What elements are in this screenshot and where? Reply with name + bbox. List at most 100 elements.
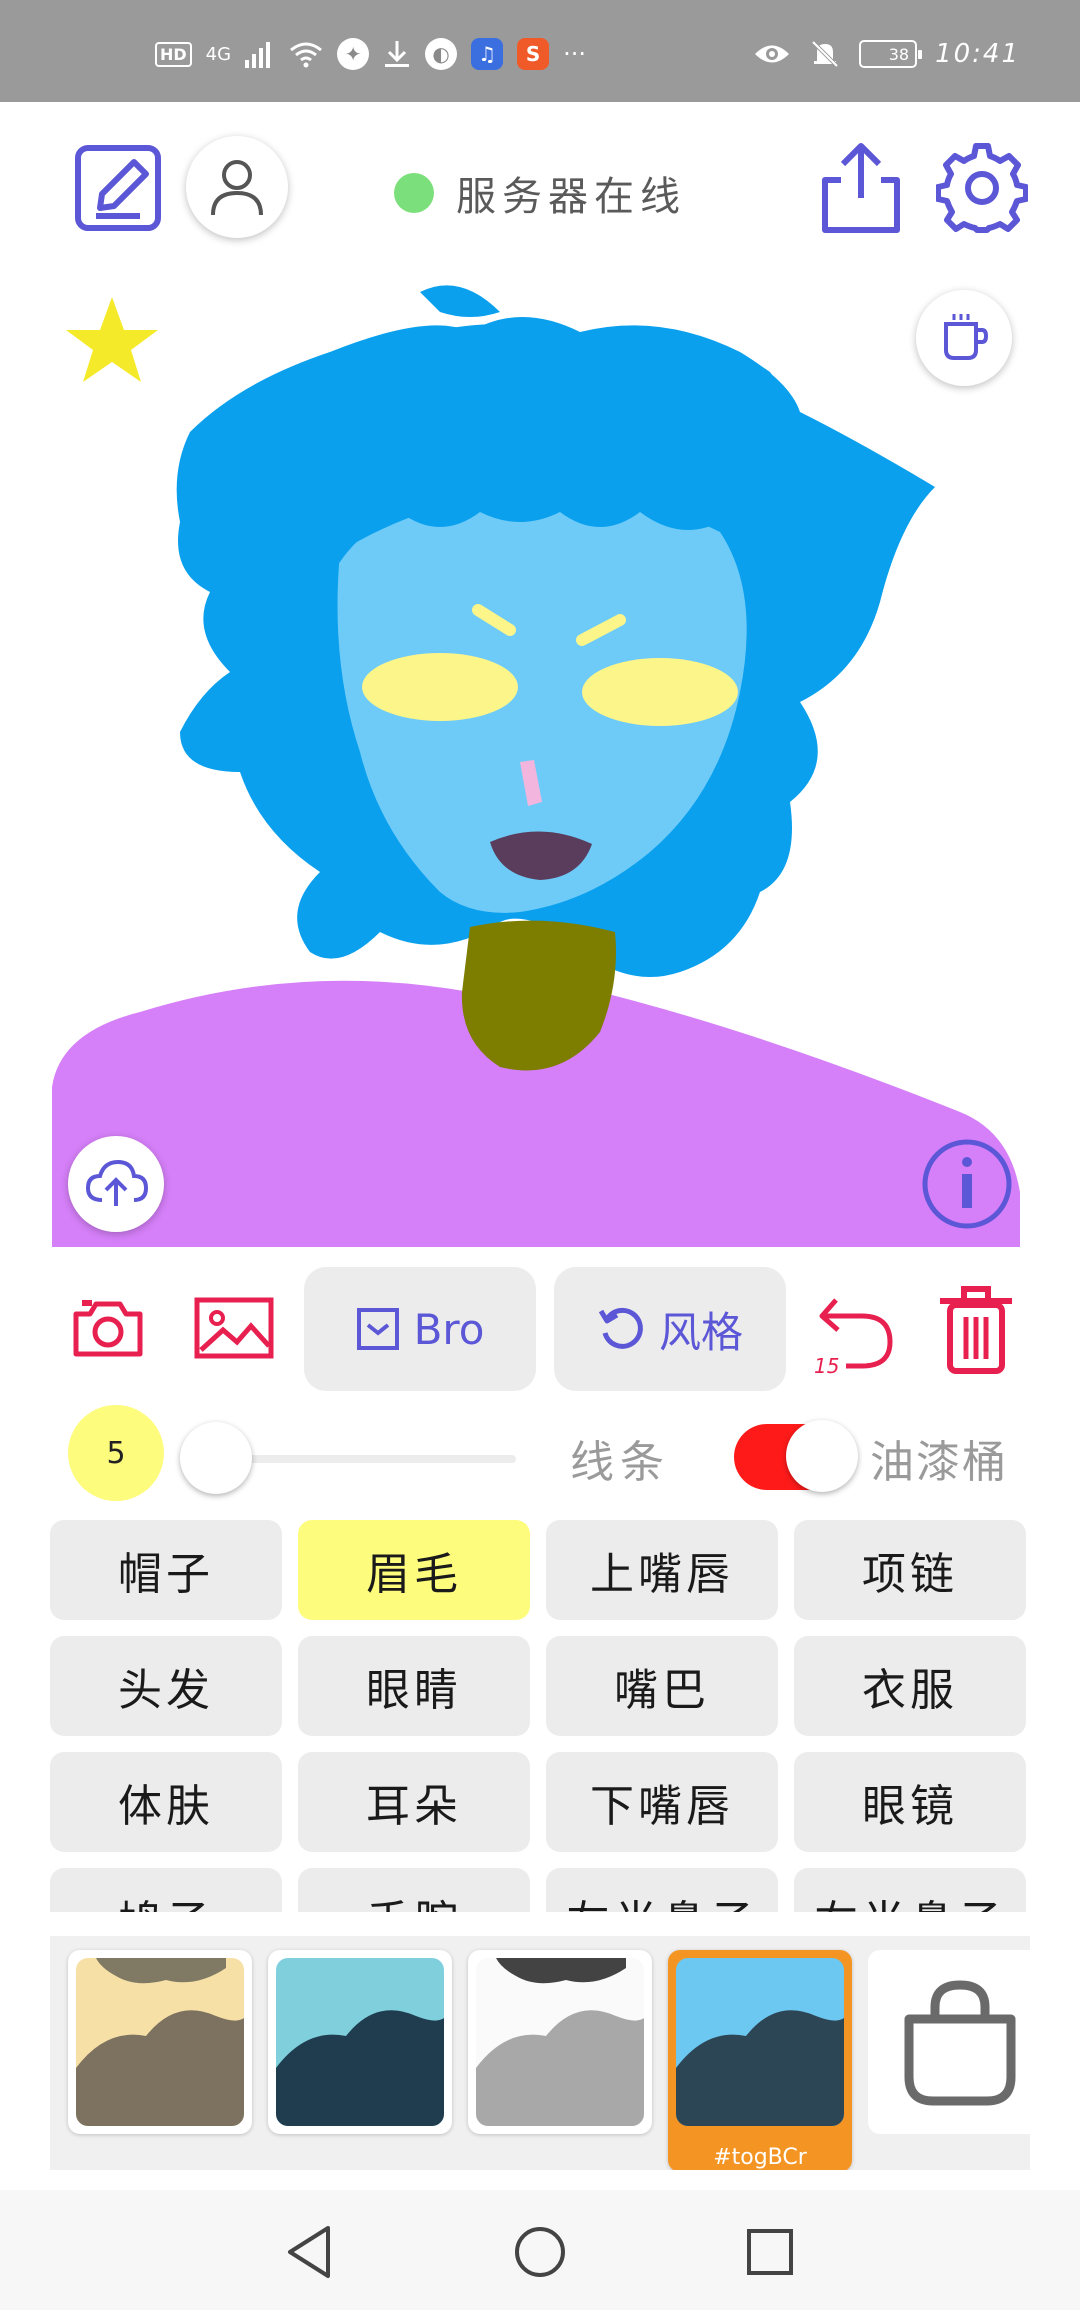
palette-card[interactable] [268, 1950, 452, 2134]
status-bar: HD 4G ✦ ◐ ♫ S ··· 38 10:41 [0, 0, 1080, 102]
info-dot [962, 1157, 972, 1167]
battery-indicator: 38 [859, 40, 923, 68]
bucket-mode-label: 油漆桶 [870, 1437, 1008, 1488]
music-icon: ♫ [471, 38, 504, 70]
palette-preview [276, 1958, 444, 2126]
delete-button[interactable] [934, 1282, 1018, 1378]
battery-level: 38 [888, 44, 910, 64]
home-icon [515, 2227, 565, 2277]
signal-icon [245, 42, 271, 68]
brush-size-track[interactable] [216, 1455, 516, 1463]
palette-shape [276, 2010, 444, 2126]
category-button[interactable]: 鸠子 [50, 1868, 282, 1912]
browser-icon: ◐ [425, 38, 458, 70]
brush-size-slider[interactable] [180, 1422, 252, 1494]
s-icon: S [517, 38, 550, 70]
server-status: 服务器在线 [394, 164, 686, 222]
category-button[interactable]: 眉毛 [298, 1520, 530, 1620]
eye-icon [755, 45, 790, 63]
more-notifications: ··· [563, 40, 586, 68]
category-button[interactable]: 帽子 [50, 1520, 282, 1620]
wifi-icon [290, 42, 323, 68]
gallery-button[interactable] [192, 1290, 276, 1366]
category-list: 帽子眉毛上嘴唇项链头发眼睛嘴巴衣服体肤耳朵下嘴唇眼镜鸠子手腕左半鼻子右半鼻子 [50, 1520, 1030, 1912]
palette-preview [676, 1958, 844, 2126]
account-button[interactable] [186, 136, 288, 238]
recents-icon [747, 2229, 793, 2275]
favorite-star[interactable] [66, 297, 158, 382]
bro-label: Bro [413, 1304, 485, 1354]
coffee-button[interactable] [916, 290, 1012, 386]
category-button[interactable]: 左半鼻子 [546, 1868, 778, 1912]
tool-row: Bro 风格 15 [0, 1262, 1080, 1392]
network-type: 4G [205, 43, 232, 65]
palette-tag: #togBCr [713, 2145, 807, 2170]
palette-card[interactable] [468, 1950, 652, 2134]
brush-controls: 5 线条 油漆桶 [0, 1400, 1080, 1510]
top-toolbar: 服务器在线 [0, 102, 1080, 272]
shopping-bag-icon [904, 1980, 1016, 2106]
app-root: HD 4G ✦ ◐ ♫ S ··· 38 10:41 服务器在线 Bro 风格 … [0, 0, 1080, 2310]
camera-button[interactable] [70, 1290, 146, 1366]
palette-strip: #togBCr [50, 1936, 1030, 2170]
category-button[interactable]: 项链 [794, 1520, 1026, 1620]
category-button[interactable]: 手腕 [298, 1868, 530, 1912]
right-eye [582, 658, 738, 726]
category-button[interactable]: 耳朵 [298, 1752, 530, 1852]
palette-shape [76, 1958, 244, 2126]
home-button[interactable] [500, 2212, 580, 2292]
edit-icon [75, 145, 161, 231]
trash-icon [940, 1286, 1012, 1374]
bucket-toggle-knob[interactable] [786, 1420, 858, 1492]
share-icon [822, 143, 900, 233]
palette-card[interactable]: #togBCr [668, 1950, 852, 2170]
bro-mode-button[interactable]: Bro [304, 1267, 536, 1391]
mute-bell-icon [811, 40, 839, 68]
brush-size-indicator: 5 [68, 1405, 164, 1501]
gear-icon [936, 143, 1028, 233]
palette-preview [476, 1958, 644, 2126]
upload-button[interactable] [68, 1136, 164, 1232]
camera-icon [73, 1300, 143, 1357]
coffee-icon [944, 314, 989, 360]
status-right: 38 10:41 [753, 38, 1020, 70]
style-button[interactable]: 风格 [554, 1267, 786, 1391]
share-button[interactable] [816, 138, 906, 238]
rotate-icon [598, 1307, 643, 1349]
edit-button[interactable] [70, 140, 166, 236]
download-icon [385, 41, 410, 67]
category-button[interactable]: 上嘴唇 [546, 1520, 778, 1620]
style-label: 风格 [658, 1307, 743, 1357]
checkbox-icon [356, 1308, 399, 1350]
palette-preview [76, 1958, 244, 2126]
clock: 10:41 [935, 39, 1020, 69]
cloud-upload-icon [85, 1159, 148, 1206]
back-icon [288, 2226, 330, 2278]
category-button[interactable]: 体肤 [50, 1752, 282, 1852]
palette-shape [476, 1958, 644, 2126]
shop-button[interactable] [868, 1950, 1030, 2134]
avatar-drawing [52, 285, 1020, 1247]
category-button[interactable]: 嘴巴 [546, 1636, 778, 1736]
category-button[interactable]: 右半鼻子 [794, 1868, 1026, 1912]
feather-icon: ✦ [337, 38, 370, 70]
user-icon [211, 160, 263, 216]
hd-badge: HD [155, 41, 192, 67]
back-button[interactable] [270, 2212, 350, 2292]
status-left: HD 4G ✦ ◐ ♫ S ··· [155, 38, 586, 70]
hair-strand [420, 285, 500, 317]
drawing-canvas[interactable] [0, 272, 1080, 1247]
palette-card[interactable] [68, 1950, 252, 2134]
recents-button[interactable] [730, 2212, 810, 2292]
undo-count: 15 [814, 1354, 840, 1378]
category-button[interactable]: 下嘴唇 [546, 1752, 778, 1852]
settings-button[interactable] [934, 140, 1030, 236]
status-dot [394, 173, 434, 213]
line-mode-label: 线条 [570, 1437, 670, 1488]
category-button[interactable]: 眼镜 [794, 1752, 1026, 1852]
category-grid: 帽子眉毛上嘴唇项链头发眼睛嘴巴衣服体肤耳朵下嘴唇眼镜鸠子手腕左半鼻子右半鼻子 [50, 1520, 1030, 1912]
category-button[interactable]: 头发 [50, 1636, 282, 1736]
server-status-text: 服务器在线 [456, 174, 686, 220]
category-button[interactable]: 眼睛 [298, 1636, 530, 1736]
category-button[interactable]: 衣服 [794, 1636, 1026, 1736]
